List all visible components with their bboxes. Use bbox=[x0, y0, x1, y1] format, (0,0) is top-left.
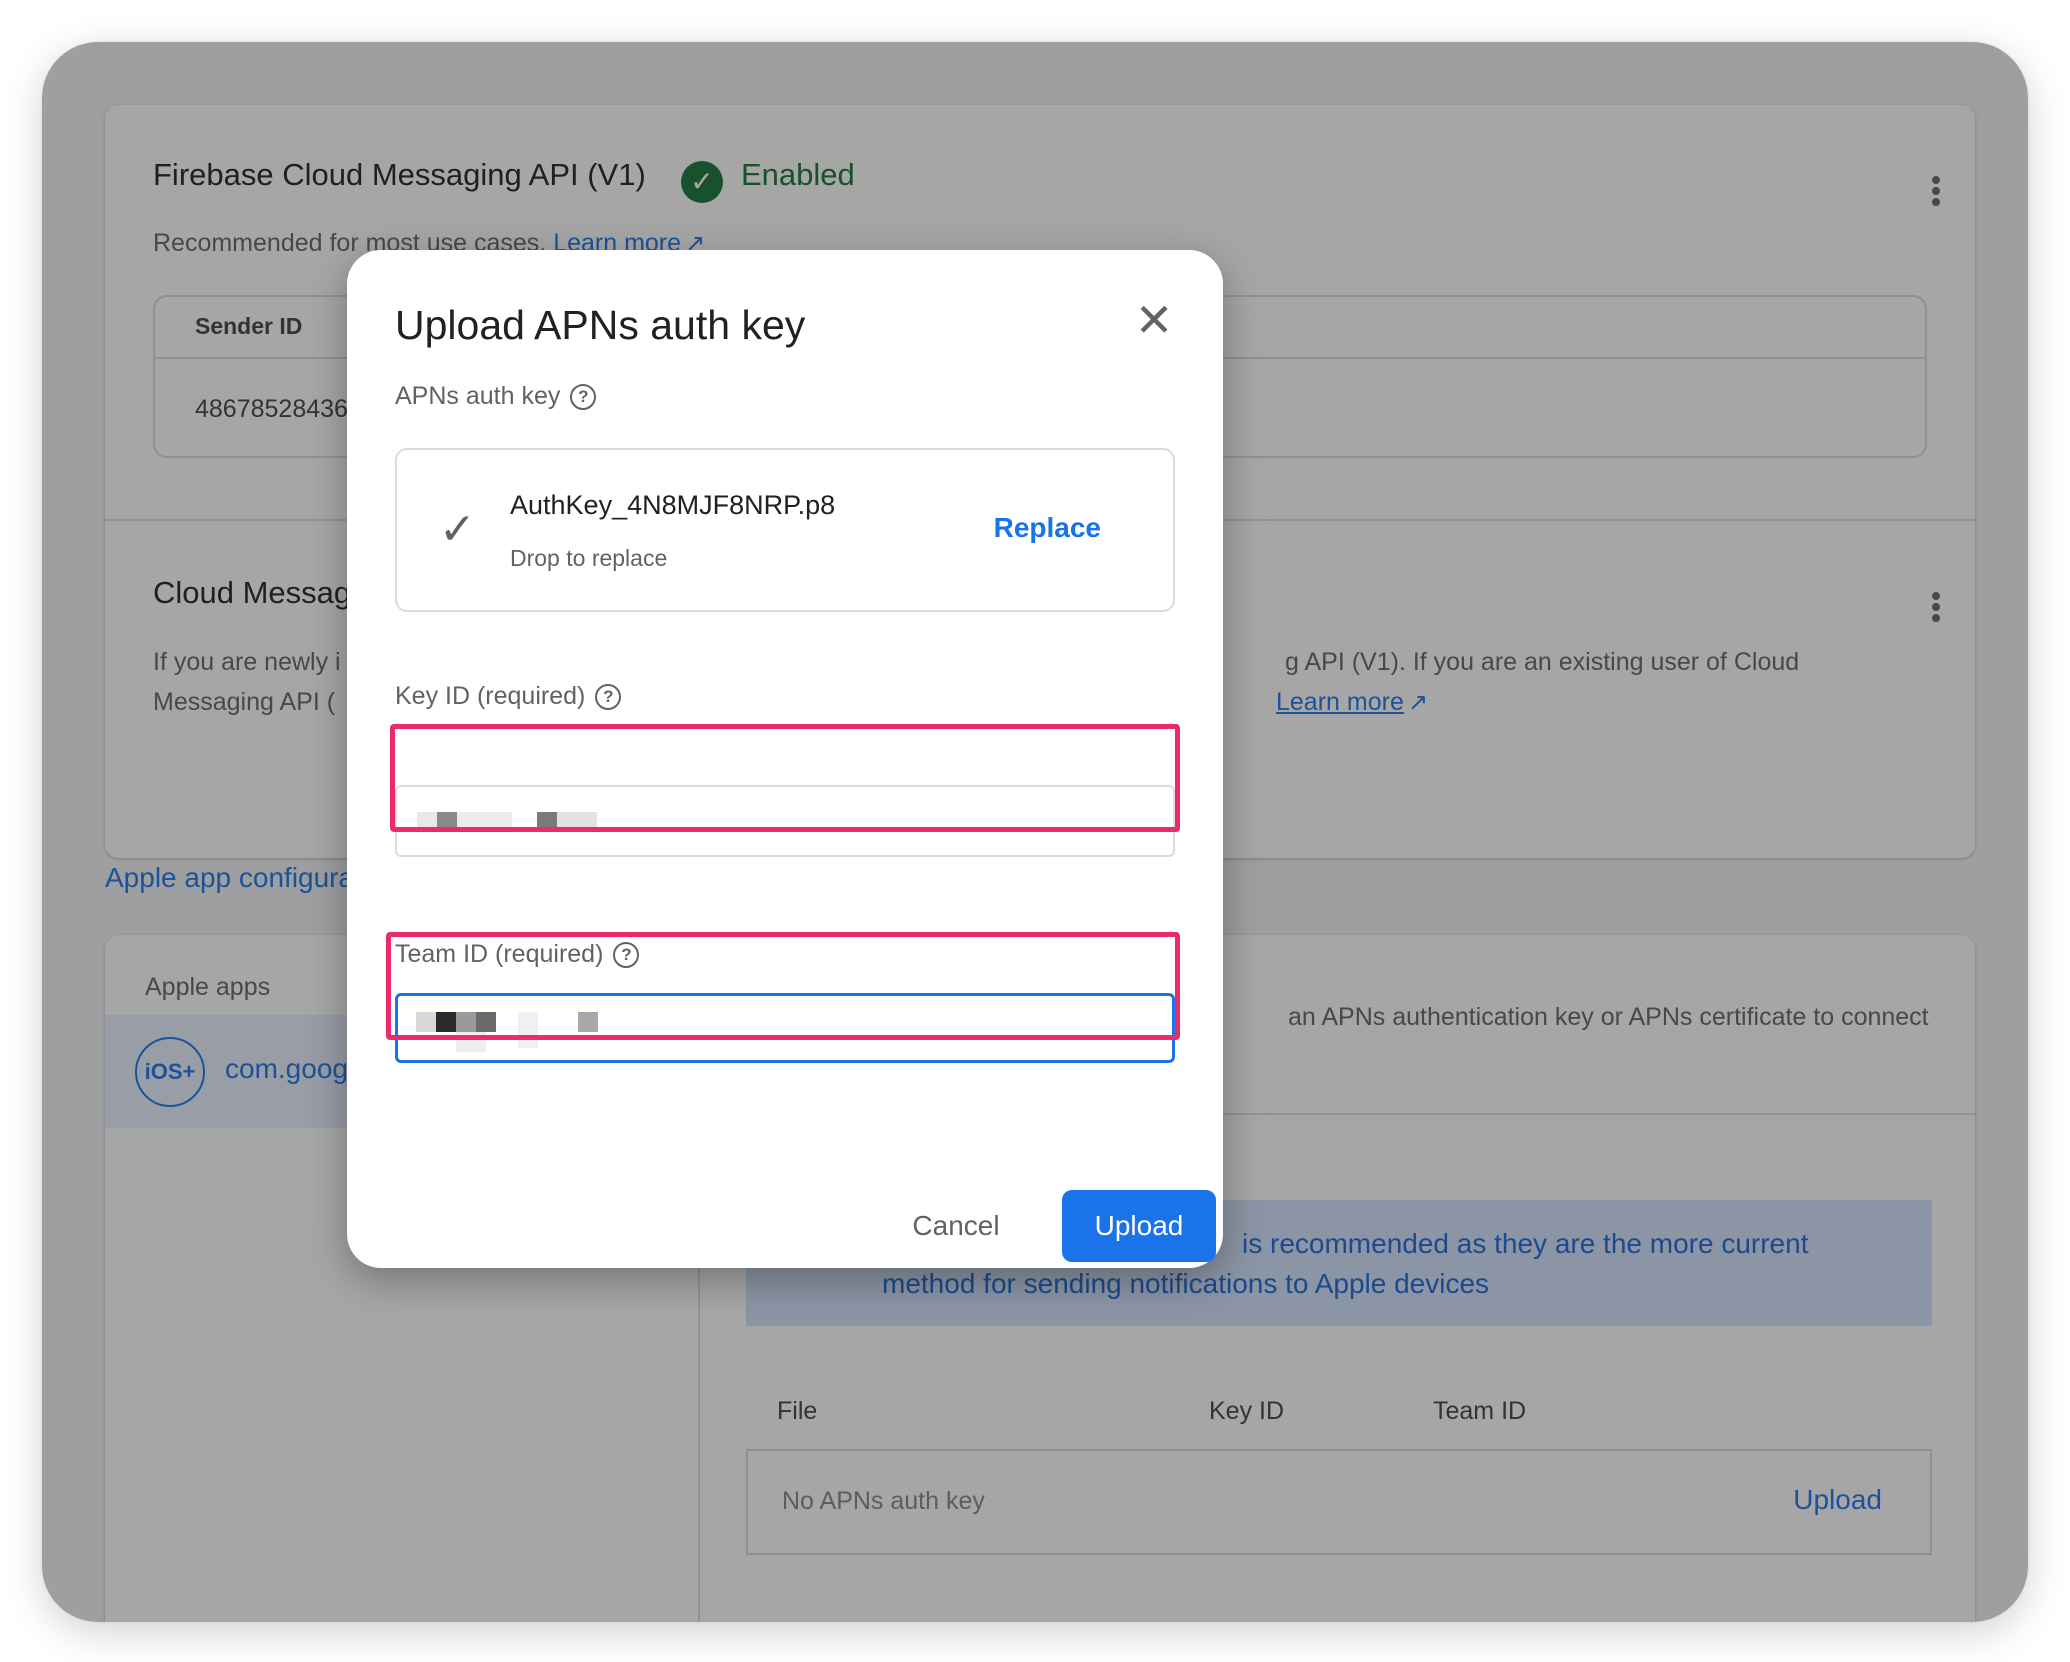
key-id-label: Key ID (required)? bbox=[395, 682, 622, 711]
cancel-button[interactable]: Cancel bbox=[896, 1190, 1016, 1262]
close-icon[interactable]: ✕ bbox=[1131, 297, 1177, 344]
check-icon: ✓ bbox=[439, 505, 476, 554]
key-id-annotation-box bbox=[390, 724, 1180, 832]
help-circle-icon[interactable]: ? bbox=[570, 384, 597, 411]
upload-button[interactable]: Upload bbox=[1062, 1190, 1216, 1262]
replace-button[interactable]: Replace bbox=[994, 512, 1101, 544]
auth-key-label-text: APNs auth key bbox=[395, 382, 561, 410]
team-id-annotation-box bbox=[386, 932, 1180, 1040]
key-id-label-text: Key ID (required) bbox=[395, 682, 586, 710]
dialog-title: Upload APNs auth key bbox=[395, 302, 806, 348]
app-window: Firebase Cloud Messaging API (V1) ✓ Enab… bbox=[42, 42, 2028, 1622]
help-circle-icon[interactable]: ? bbox=[595, 684, 622, 711]
drop-hint: Drop to replace bbox=[510, 545, 668, 571]
uploaded-file-name: AuthKey_4N8MJF8NRP.p8 bbox=[510, 490, 836, 520]
auth-key-label: APNs auth key? bbox=[395, 382, 597, 411]
file-drop-zone[interactable]: ✓ AuthKey_4N8MJF8NRP.p8 Drop to replace … bbox=[395, 448, 1175, 612]
